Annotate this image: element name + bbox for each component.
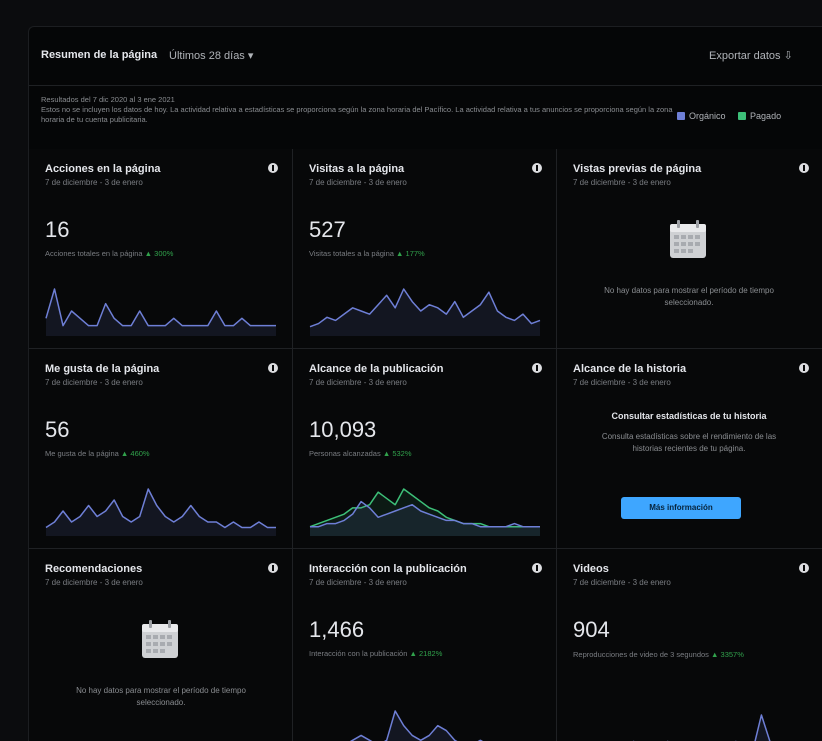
card-date-range: 7 de diciembre - 3 de enero bbox=[573, 578, 671, 587]
organic-series-line-area bbox=[46, 289, 276, 336]
card-desc-text: Interacción con la publicación bbox=[309, 649, 408, 658]
date-range-dropdown[interactable]: Últimos 28 días ▾ bbox=[169, 49, 253, 62]
card-page-previews[interactable]: Vistas previas de página 7 de diciembre … bbox=[557, 149, 822, 349]
card-delta: ▲ 460% bbox=[120, 449, 150, 458]
empty-state-text: No hay datos para mostrar el período de … bbox=[76, 686, 246, 707]
story-insights-heading: Consultar estadísticas de tu historia bbox=[611, 411, 767, 421]
chart-legend: Orgánico Pagado bbox=[677, 111, 791, 121]
card-value: 527 bbox=[309, 217, 346, 242]
card-date-range: 7 de diciembre - 3 de enero bbox=[309, 578, 407, 587]
organic-series-line bbox=[632, 714, 771, 741]
card-date-range: 7 de diciembre - 3 de enero bbox=[309, 178, 407, 187]
results-info: Resultados del 7 dic 2020 al 3 ene 2021 … bbox=[41, 95, 681, 125]
card-description: Interacción con la publicación ▲ 2182% bbox=[309, 649, 442, 658]
card-value: 1,466 bbox=[309, 617, 365, 642]
calendar-icon bbox=[670, 220, 706, 258]
card-page-actions[interactable]: Acciones en la página 7 de diciembre - 3… bbox=[29, 149, 293, 349]
organic-series-line-area bbox=[755, 715, 770, 741]
results-note-text: Estos no se incluyen los datos de hoy. L… bbox=[41, 105, 673, 124]
summary-header: Resumen de la página Últimos 28 días ▾ E… bbox=[29, 27, 822, 86]
card-description: Personas alcanzadas ▲ 532% bbox=[309, 449, 412, 458]
card-recommendations[interactable]: Recomendaciones 7 de diciembre - 3 de en… bbox=[29, 549, 293, 741]
organic-series-line bbox=[349, 710, 484, 741]
card-value: 904 bbox=[573, 617, 610, 642]
card-post-reach[interactable]: Alcance de la publicación 7 de diciembre… bbox=[293, 349, 557, 549]
sparkline-chart bbox=[45, 488, 276, 536]
card-title: Recomendaciones bbox=[45, 563, 143, 575]
more-info-button[interactable]: Más información bbox=[621, 497, 741, 519]
organic-series-line-area bbox=[351, 711, 482, 741]
sparkline-chart bbox=[309, 488, 540, 536]
legend-organic: Orgánico bbox=[677, 111, 728, 121]
empty-state-text: No hay datos para mostrar el período de … bbox=[604, 286, 774, 307]
card-videos[interactable]: Videos 7 de diciembre - 3 de enero 904 R… bbox=[557, 549, 822, 741]
card-title: Alcance de la historia bbox=[573, 363, 687, 375]
card-date-range: 7 de diciembre - 3 de enero bbox=[45, 578, 143, 587]
card-value: 56 bbox=[45, 417, 70, 442]
info-icon[interactable] bbox=[799, 163, 809, 173]
sparkline-chart bbox=[309, 288, 541, 336]
card-description: Acciones totales en la página ▲ 300% bbox=[45, 249, 173, 258]
info-icon[interactable] bbox=[799, 563, 809, 573]
summary-title: Resumen de la página bbox=[41, 49, 158, 61]
card-title: Visitas a la página bbox=[309, 163, 405, 175]
card-description: Reproducciones de video de 3 segundos ▲ … bbox=[573, 649, 793, 660]
sparkline-chart bbox=[45, 288, 276, 336]
legend-paid: Pagado bbox=[738, 111, 781, 121]
legend-paid-label: Pagado bbox=[750, 111, 782, 121]
card-date-range: 7 de diciembre - 3 de enero bbox=[573, 378, 671, 387]
paid-swatch-icon bbox=[738, 112, 747, 120]
sparkline-chart bbox=[349, 710, 484, 741]
card-story-reach[interactable]: Alcance de la historia 7 de diciembre - … bbox=[557, 349, 822, 549]
card-date-range: 7 de diciembre - 3 de enero bbox=[45, 178, 143, 187]
card-title: Me gusta de la página bbox=[45, 363, 160, 375]
card-date-range: 7 de diciembre - 3 de enero bbox=[309, 378, 407, 387]
info-icon[interactable] bbox=[268, 163, 278, 173]
card-delta: ▲ 3357% bbox=[711, 650, 744, 659]
results-range-text: Resultados del 7 dic 2020 al 3 ene 2021 bbox=[41, 95, 175, 104]
page-summary-panel: Resumen de la página Últimos 28 días ▾ E… bbox=[28, 26, 822, 741]
sparkline-chart bbox=[632, 714, 771, 741]
card-title: Vistas previas de página bbox=[573, 163, 702, 175]
legend-organic-label: Orgánico bbox=[689, 111, 726, 121]
card-desc-text: Me gusta de la página bbox=[45, 449, 119, 458]
info-icon[interactable] bbox=[532, 163, 542, 173]
info-icon[interactable] bbox=[532, 563, 542, 573]
card-desc-text: Visitas totales a la página bbox=[309, 249, 394, 258]
card-page-likes[interactable]: Me gusta de la página 7 de diciembre - 3… bbox=[29, 349, 293, 549]
card-title: Interacción con la publicación bbox=[309, 563, 467, 575]
card-delta: ▲ 2182% bbox=[409, 649, 443, 658]
story-insights-text: Consulta estadísticas sobre el rendimien… bbox=[601, 432, 777, 453]
card-title: Videos bbox=[573, 563, 609, 575]
organic-series-line-area bbox=[46, 489, 276, 536]
card-desc-text: Acciones totales en la página bbox=[45, 249, 143, 258]
card-desc-text: Personas alcanzadas bbox=[309, 449, 381, 458]
card-date-range: 7 de diciembre - 3 de enero bbox=[573, 178, 671, 187]
card-delta: ▲ 177% bbox=[396, 249, 425, 258]
card-post-engagement[interactable]: Interacción con la publicación 7 de dici… bbox=[293, 549, 557, 741]
card-date-range: 7 de diciembre - 3 de enero bbox=[45, 378, 143, 387]
card-value: 16 bbox=[45, 217, 70, 242]
export-data-button[interactable]: Exportar datos ⇩ bbox=[709, 49, 793, 62]
card-title: Acciones en la página bbox=[45, 163, 161, 175]
organic-series-line-area bbox=[310, 289, 540, 336]
card-description: Visitas totales a la página ▲ 177% bbox=[309, 249, 425, 258]
info-icon[interactable] bbox=[799, 363, 809, 373]
info-icon[interactable] bbox=[268, 363, 278, 373]
info-icon[interactable] bbox=[532, 363, 542, 373]
card-delta: ▲ 300% bbox=[144, 249, 174, 258]
organic-swatch-icon bbox=[677, 112, 685, 120]
card-value: 10,093 bbox=[309, 417, 377, 442]
card-title: Alcance de la publicación bbox=[309, 363, 444, 375]
calendar-icon bbox=[142, 620, 178, 658]
card-desc-text: Reproducciones de video de 3 segundos bbox=[573, 650, 709, 659]
page-background: Resumen de la página Últimos 28 días ▾ E… bbox=[0, 0, 822, 741]
card-description: Me gusta de la página ▲ 460% bbox=[45, 449, 150, 458]
card-delta: ▲ 532% bbox=[382, 449, 412, 458]
card-page-visits[interactable]: Visitas a la página 7 de diciembre - 3 d… bbox=[293, 149, 557, 349]
info-icon[interactable] bbox=[268, 563, 278, 573]
